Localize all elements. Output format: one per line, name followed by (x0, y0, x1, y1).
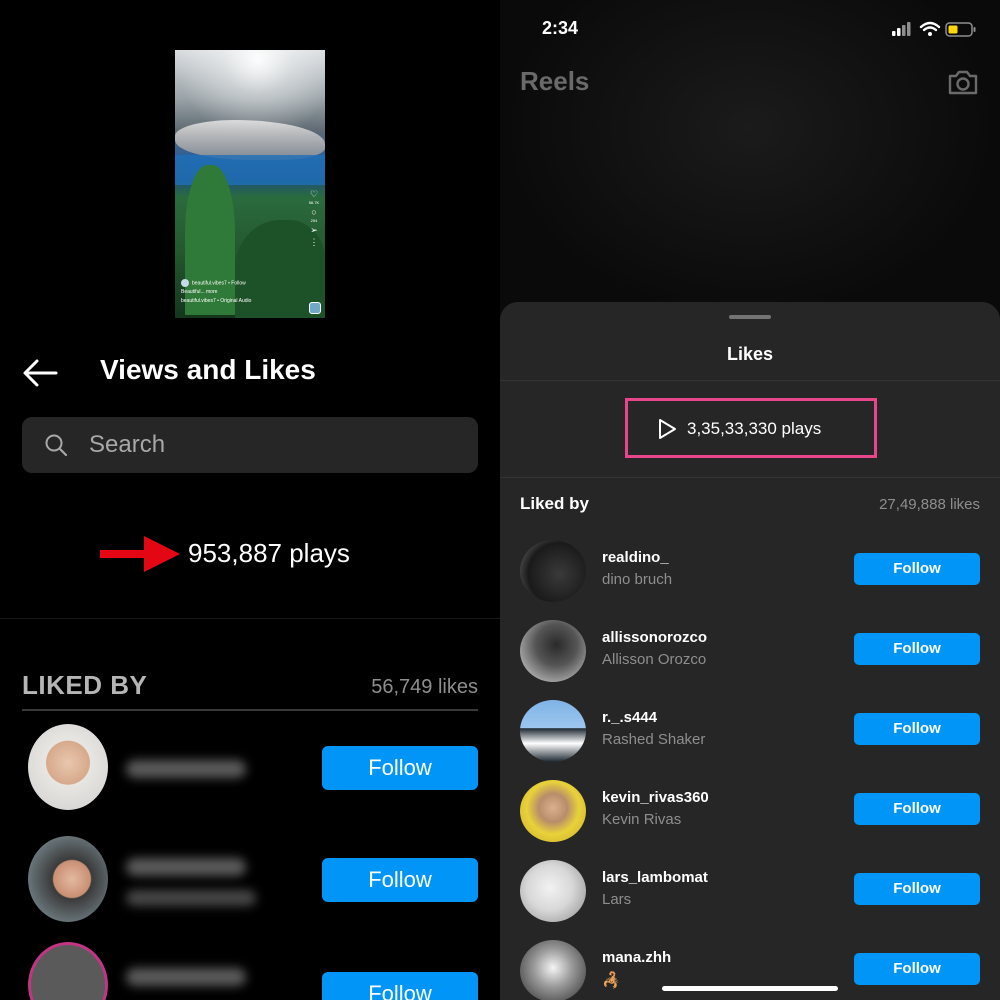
avatar[interactable] (520, 620, 586, 682)
thumbnail-username: beautiful.vibes7 • Follow (192, 280, 246, 287)
follow-button[interactable]: Follow (854, 873, 980, 905)
thumbnail-action-column: ♡ 56.7K ○ 254 ➢ ⋮ (307, 188, 321, 248)
more-icon: ⋮ (309, 237, 319, 247)
follow-button[interactable]: Follow (854, 633, 980, 665)
blurred-name (126, 890, 256, 906)
username[interactable]: lars_lambomat (602, 869, 708, 886)
back-arrow-icon[interactable] (22, 358, 58, 388)
list-item: Follow (0, 836, 500, 936)
follow-button[interactable]: Follow (854, 953, 980, 985)
avatar[interactable] (520, 700, 586, 762)
full-name: Lars (602, 891, 632, 908)
sheet-drag-handle[interactable] (729, 315, 771, 319)
thumbnail-audio: beautiful.vibes7 • Original Audio (181, 298, 252, 305)
divider (500, 380, 1000, 381)
thumbnail-avatar (181, 279, 189, 287)
full-name: 🦂 (602, 972, 621, 989)
divider (0, 618, 500, 619)
send-icon: ➢ (310, 225, 318, 235)
plays-highlight-box: 3,35,33,330 plays (625, 398, 877, 458)
list-item[interactable]: mana.zhh 🦂 Follow (500, 940, 1000, 1000)
camera-icon[interactable] (947, 68, 979, 96)
comment-icon: ○ (311, 207, 317, 217)
likes-count: 27,49,888 likes (879, 496, 980, 513)
page-title: Views and Likes (100, 354, 316, 385)
avatar[interactable] (520, 540, 586, 602)
list-item[interactable]: realdino_ dino bruch Follow (500, 540, 1000, 608)
reel-background (500, 0, 1000, 320)
avatar[interactable] (520, 940, 586, 1000)
status-icons (892, 21, 976, 37)
avatar[interactable] (520, 860, 586, 922)
avatar[interactable] (520, 780, 586, 842)
sheet-title: Likes (726, 344, 774, 364)
blurred-username (126, 968, 246, 986)
plays-count: 953,887 plays (188, 538, 350, 568)
divider (22, 709, 478, 711)
full-name: Allisson Orozco (602, 651, 707, 668)
right-screen: 2:34 Reels Likes 3,35,33,330 plays Liked… (500, 0, 1000, 1000)
list-item[interactable]: r._.s444 Rashed Shaker Follow (500, 700, 1000, 768)
list-item: Follow (0, 724, 500, 824)
battery-icon (945, 22, 976, 37)
blurred-username (126, 858, 246, 876)
search-placeholder: Search (89, 431, 166, 458)
likes-count: 56,749 likes (371, 676, 478, 698)
divider (500, 477, 1000, 478)
list-item: Follow (0, 942, 500, 1000)
username[interactable]: r._.s444 (602, 709, 657, 726)
thumbnail-meta: beautiful.vibes7 • Follow Beautiful... m… (181, 279, 251, 306)
wifi-icon (919, 21, 941, 36)
search-icon (45, 434, 68, 457)
reel-thumbnail[interactable]: ♡ 56.7K ○ 254 ➢ ⋮ beautiful.vibes7 • Fol… (175, 50, 325, 318)
plays-count: 3,35,33,330 plays (687, 419, 822, 438)
blurred-username (126, 760, 246, 778)
avatar[interactable] (28, 724, 108, 810)
liked-by-heading: Liked by (520, 494, 589, 513)
left-screen: ♡ 56.7K ○ 254 ➢ ⋮ beautiful.vibes7 • Fol… (0, 0, 500, 1000)
avatar[interactable] (28, 942, 108, 1000)
follow-button[interactable]: Follow (854, 793, 980, 825)
follow-button[interactable]: Follow (322, 972, 478, 1000)
username[interactable]: mana.zhh (602, 949, 671, 966)
heart-icon: ♡ (309, 189, 319, 199)
status-time: 2:34 (542, 18, 579, 38)
list-item[interactable]: allissonorozco Allisson Orozco Follow (500, 620, 1000, 688)
audio-thumbnail (309, 302, 321, 314)
liked-by-heading: LIKED BY (22, 670, 148, 700)
username[interactable]: realdino_ (602, 549, 669, 566)
reels-header-title: Reels (520, 66, 590, 96)
avatar[interactable] (28, 836, 108, 922)
full-name: dino bruch (602, 571, 673, 588)
list-item[interactable]: lars_lambomat Lars Follow (500, 860, 1000, 928)
follow-button[interactable]: Follow (322, 858, 478, 902)
username[interactable]: allissonorozco (602, 629, 707, 646)
search-input[interactable]: Search (22, 417, 478, 473)
username[interactable]: kevin_rivas360 (602, 789, 709, 806)
follow-button[interactable]: Follow (854, 553, 980, 585)
follow-button[interactable]: Follow (854, 713, 980, 745)
follow-button[interactable]: Follow (322, 746, 478, 790)
signal-icon (892, 22, 911, 36)
full-name: Kevin Rivas (602, 811, 682, 828)
thumbnail-caption: Beautiful... more (181, 289, 218, 296)
full-name: Rashed Shaker (602, 731, 706, 748)
play-icon (659, 419, 676, 439)
list-item[interactable]: kevin_rivas360 Kevin Rivas Follow (500, 780, 1000, 848)
likes-bottom-sheet: Likes 3,35,33,330 plays Liked by 27,49,8… (500, 302, 1000, 1000)
red-arrow-annotation (100, 536, 180, 572)
home-indicator[interactable] (662, 986, 838, 991)
